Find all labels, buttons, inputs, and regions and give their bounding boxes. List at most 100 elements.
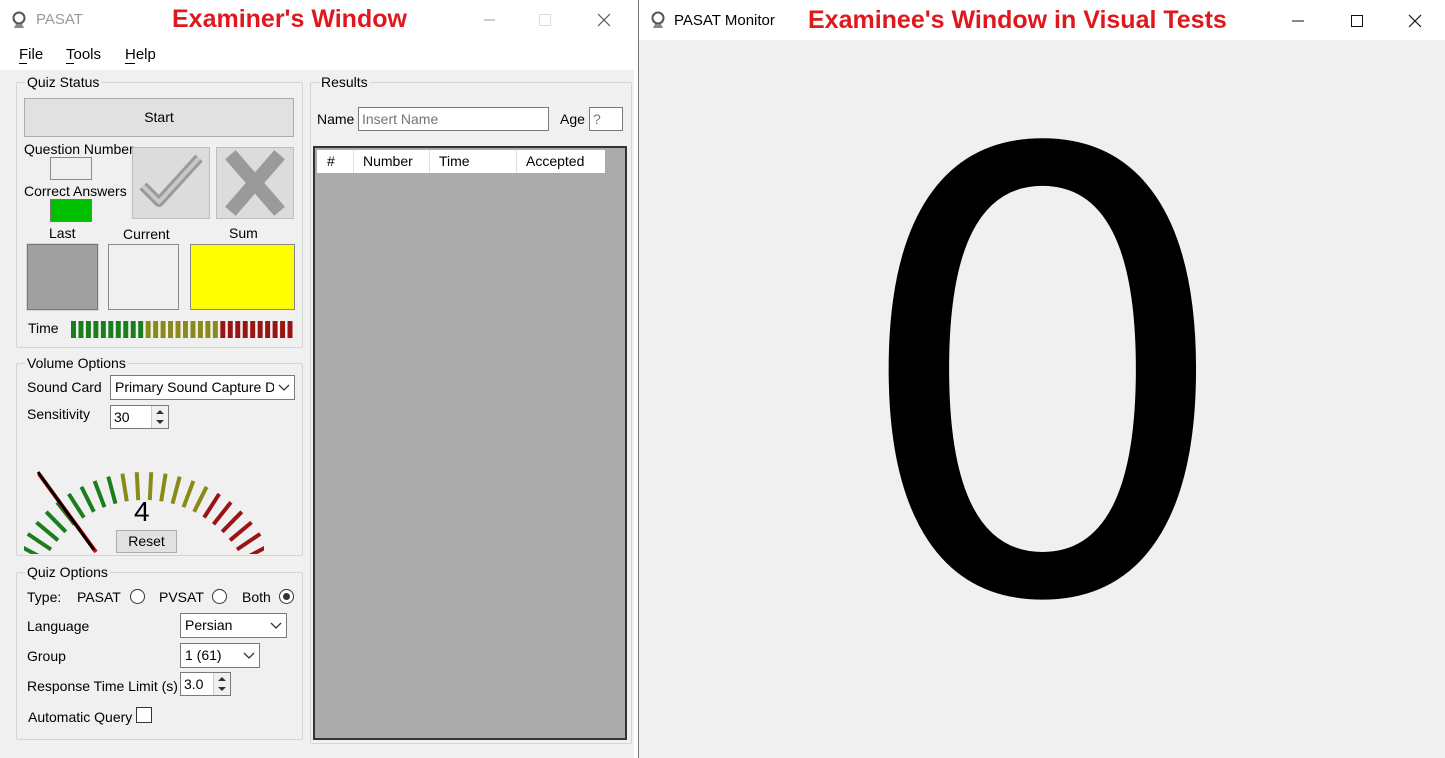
sensitivity-stepper[interactable]: 30 (110, 405, 169, 429)
time-segment (227, 321, 233, 338)
time-segment (168, 321, 174, 338)
close-button[interactable] (575, 0, 633, 40)
meter-value: 4 (134, 496, 150, 527)
spin-arrows-icon[interactable] (213, 673, 230, 695)
quiz-options-label: Quiz Options (25, 564, 110, 580)
accept-button[interactable] (132, 147, 210, 219)
time-segment (85, 321, 91, 338)
time-segment (153, 321, 159, 338)
cross-icon (225, 150, 285, 216)
sound-card-label: Sound Card (27, 379, 102, 395)
meter-tick (181, 480, 196, 508)
sound-card-value: Primary Sound Capture Dri (115, 379, 284, 395)
sound-card-select[interactable]: Primary Sound Capture Dri (110, 375, 295, 400)
minimize-button[interactable] (1269, 0, 1327, 40)
meter-tick (202, 492, 221, 519)
meter-tick (44, 510, 68, 534)
meter-tick (106, 476, 118, 505)
age-input[interactable] (589, 107, 623, 131)
menu-file-label: File (19, 46, 44, 63)
correct-answers-box (50, 199, 92, 222)
time-segment (160, 321, 166, 338)
current-box (108, 244, 179, 310)
time-segment (205, 321, 211, 338)
close-button[interactable] (1386, 0, 1444, 40)
meter-tick (79, 485, 96, 513)
name-input[interactable] (358, 107, 549, 131)
time-segment (235, 321, 241, 338)
column-header-accepted[interactable]: Accepted (517, 150, 605, 173)
time-segment (265, 321, 271, 338)
meter-tick (248, 545, 264, 554)
meter-tick (211, 501, 233, 526)
chevron-down-icon (239, 644, 259, 667)
type-option-pvsat-label: PVSAT (159, 589, 204, 605)
sum-label: Sum (229, 225, 258, 241)
maximize-button[interactable] (516, 0, 574, 40)
age-label: Age (560, 111, 585, 127)
meter-tick (228, 520, 253, 542)
type-option-pasat-label: PASAT (77, 589, 121, 605)
results-label: Results (319, 74, 370, 90)
monitor-window: PASAT Monitor Examinee's Window in Visua… (638, 0, 1445, 758)
type-radio-pasat[interactable] (130, 589, 145, 604)
time-segment (130, 321, 136, 338)
time-segment (138, 321, 144, 338)
menu-file[interactable]: File (19, 46, 43, 63)
start-button[interactable]: Start (24, 98, 294, 137)
meter-tick (92, 480, 107, 508)
maximize-button[interactable] (1328, 0, 1386, 40)
volume-options-label: Volume Options (25, 355, 128, 371)
reject-button[interactable] (216, 147, 294, 219)
time-segment (212, 321, 218, 338)
current-label: Current (123, 226, 170, 242)
monitor-title: PASAT Monitor (674, 12, 775, 29)
automatic-query-checkbox[interactable] (136, 707, 152, 723)
results-table[interactable]: # Number Time Accepted (313, 146, 627, 740)
meter-tick (170, 476, 182, 505)
time-segment (108, 321, 114, 338)
time-segment (272, 321, 278, 338)
time-segment (183, 321, 188, 338)
menu-help-label: Help (125, 46, 156, 63)
time-segment (287, 321, 293, 338)
menu-help[interactable]: Help (125, 46, 156, 63)
sensitivity-value: 30 (114, 409, 130, 425)
last-box (26, 243, 99, 311)
group-select[interactable]: 1 (61) (180, 643, 260, 668)
reset-button[interactable]: Reset (116, 530, 177, 553)
response-time-value: 3.0 (184, 676, 204, 692)
app-icon (11, 11, 29, 32)
group-value: 1 (61) (185, 647, 222, 663)
meter-tick (159, 473, 168, 502)
mnemonic-underline (125, 63, 135, 64)
question-number-box (50, 157, 92, 180)
examiner-window: PASAT Examiner's Window File Tools Help … (0, 0, 634, 758)
chevron-down-icon (266, 614, 286, 637)
automatic-query-label: Automatic Query (28, 709, 133, 725)
response-time-stepper[interactable]: 3.0 (180, 672, 231, 696)
time-segment (250, 321, 256, 338)
quiz-status-label: Quiz Status (25, 74, 102, 90)
app-icon (650, 11, 668, 32)
time-segment (71, 321, 76, 338)
time-segment (175, 321, 181, 338)
meter-needle (36, 471, 96, 551)
type-radio-both[interactable] (279, 589, 294, 604)
time-segment (115, 321, 121, 338)
column-header-time[interactable]: Time (430, 150, 517, 173)
type-radio-pvsat[interactable] (212, 589, 227, 604)
sensitivity-label: Sensitivity (27, 406, 91, 422)
column-header-number[interactable]: Number (354, 150, 430, 173)
sum-box (190, 244, 295, 310)
stimulus-digit: 0 (848, 25, 1237, 735)
meter-tick (120, 473, 129, 502)
mnemonic-underline (19, 63, 27, 64)
column-header-index[interactable]: # (317, 150, 354, 173)
check-icon (139, 154, 203, 207)
menu-tools[interactable]: Tools (66, 46, 101, 63)
time-segment (123, 321, 129, 338)
minimize-button[interactable] (460, 0, 518, 40)
spin-arrows-icon[interactable] (151, 406, 168, 428)
language-select[interactable]: Persian (180, 613, 287, 638)
